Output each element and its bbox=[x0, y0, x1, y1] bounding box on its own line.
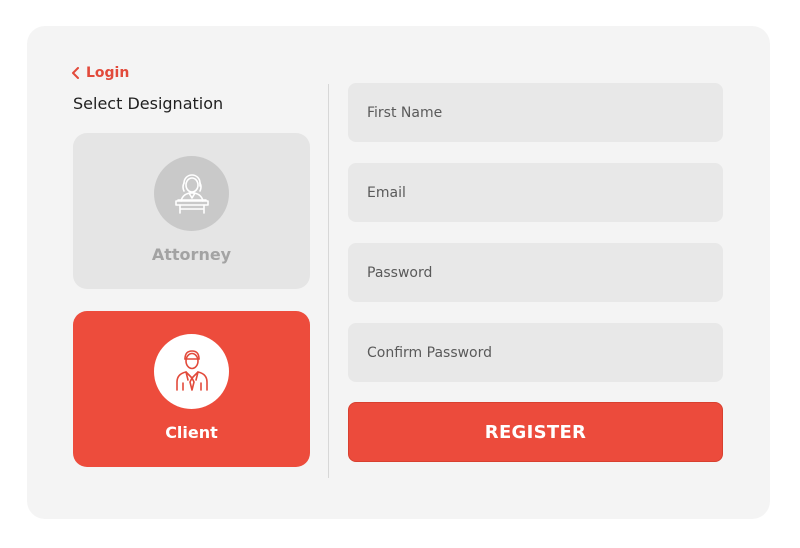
back-to-login-link[interactable]: Login bbox=[71, 63, 129, 83]
client-person-icon bbox=[174, 348, 210, 396]
password-field[interactable] bbox=[348, 243, 723, 302]
back-link-label: Login bbox=[86, 65, 130, 81]
designation-title: Select Designation bbox=[73, 94, 224, 113]
client-option[interactable]: Client bbox=[73, 311, 310, 467]
attorney-label: Attorney bbox=[151, 245, 232, 264]
email-field[interactable] bbox=[348, 163, 723, 222]
attorney-avatar bbox=[154, 156, 229, 231]
client-label: Client bbox=[165, 423, 218, 442]
register-button[interactable]: REGISTER bbox=[348, 402, 723, 462]
attorney-option[interactable]: Attorney bbox=[73, 133, 310, 289]
chevron-left-icon bbox=[71, 67, 80, 79]
confirm-password-field[interactable] bbox=[348, 323, 723, 382]
column-divider bbox=[328, 84, 329, 478]
attorney-at-podium-icon bbox=[172, 170, 212, 218]
client-avatar bbox=[154, 334, 229, 409]
first-name-field[interactable] bbox=[348, 83, 723, 142]
